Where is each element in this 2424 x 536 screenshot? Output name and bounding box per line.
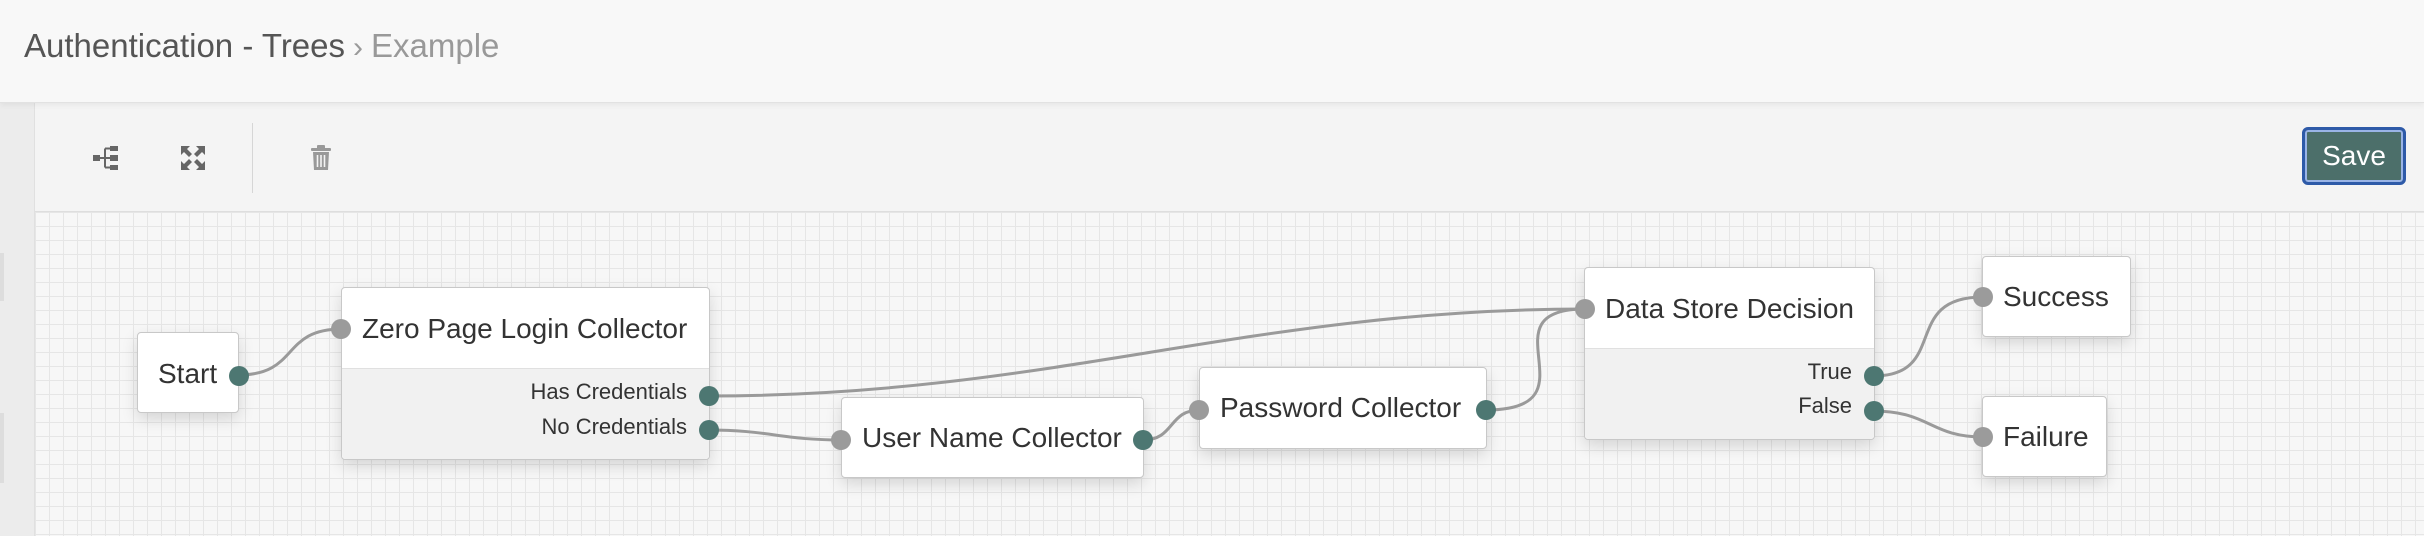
trash-icon bbox=[311, 145, 331, 170]
node-title: Success bbox=[2003, 281, 2109, 312]
port-has-credentials-out[interactable] bbox=[699, 386, 719, 406]
port-start-out[interactable] bbox=[229, 366, 249, 386]
node-title: Start bbox=[158, 358, 218, 389]
tree-editor-page: Authentication - Trees › Example Save St… bbox=[0, 0, 2424, 536]
port-username-in[interactable] bbox=[831, 430, 851, 450]
breadcrumb-separator: › bbox=[353, 31, 364, 64]
port-false-out[interactable] bbox=[1864, 401, 1884, 421]
expand-icon bbox=[181, 146, 205, 170]
port-no-credentials-out[interactable] bbox=[699, 420, 719, 440]
outcome-no-credentials: No Credentials bbox=[541, 414, 687, 439]
node-success[interactable]: Success bbox=[1982, 256, 2131, 337]
node-title: Zero Page Login Collector bbox=[362, 313, 688, 344]
port-password-in[interactable] bbox=[1189, 400, 1209, 420]
gutter-tab[interactable] bbox=[0, 413, 4, 483]
tree-layout-icon bbox=[93, 146, 118, 170]
port-username-out[interactable] bbox=[1133, 430, 1153, 450]
save-button[interactable]: Save bbox=[2302, 127, 2406, 185]
toolbar-divider bbox=[252, 123, 253, 193]
breadcrumb: Authentication - Trees › Example bbox=[24, 26, 499, 68]
node-title: Data Store Decision bbox=[1605, 293, 1855, 324]
node-user-name-collector[interactable]: User Name Collector bbox=[841, 397, 1144, 478]
outcome-false: False bbox=[1798, 393, 1852, 418]
port-success-in[interactable] bbox=[1973, 287, 1993, 307]
node-outcomes: True False bbox=[1585, 348, 1874, 439]
port-true-out[interactable] bbox=[1864, 366, 1884, 386]
node-outcomes: Has Credentials No Credentials bbox=[342, 368, 709, 459]
fullscreen-button[interactable] bbox=[170, 135, 216, 181]
outcome-true: True bbox=[1807, 359, 1852, 384]
port-failure-in[interactable] bbox=[1973, 427, 1993, 447]
tree-toolbar: Save bbox=[35, 103, 2424, 212]
node-password-collector[interactable]: Password Collector bbox=[1199, 367, 1487, 449]
node-title: Failure bbox=[2003, 421, 2089, 452]
gutter-tab[interactable] bbox=[0, 253, 4, 301]
page-header: Authentication - Trees › Example bbox=[0, 0, 2424, 103]
delete-node-button[interactable] bbox=[298, 135, 344, 181]
breadcrumb-current: Example bbox=[371, 27, 500, 64]
node-failure[interactable]: Failure bbox=[1982, 396, 2107, 477]
port-zero-page-in[interactable] bbox=[331, 319, 351, 339]
node-data-store-decision[interactable]: Data Store Decision True False bbox=[1584, 267, 1875, 440]
outcome-has-credentials: Has Credentials bbox=[530, 379, 687, 404]
port-password-out[interactable] bbox=[1476, 400, 1496, 420]
node-start[interactable]: Start bbox=[137, 332, 239, 413]
node-title: User Name Collector bbox=[862, 422, 1122, 453]
tree-layout-button[interactable] bbox=[83, 135, 129, 181]
left-gutter bbox=[0, 103, 35, 536]
node-zero-page-login-collector[interactable]: Zero Page Login Collector Has Credential… bbox=[341, 287, 710, 460]
port-data-store-in[interactable] bbox=[1575, 299, 1595, 319]
node-title: Password Collector bbox=[1220, 392, 1462, 423]
breadcrumb-parent-link[interactable]: Authentication - Trees bbox=[24, 27, 345, 64]
